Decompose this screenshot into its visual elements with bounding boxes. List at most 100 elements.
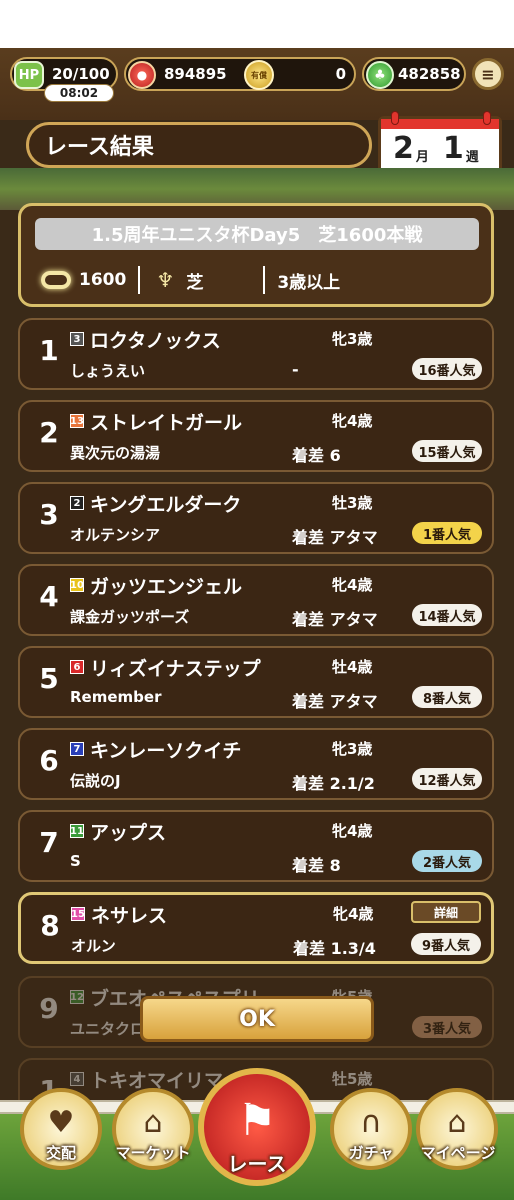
detail-button[interactable]: 詳細 — [411, 901, 481, 923]
horseshoe-icon: ∩ — [360, 1104, 382, 1140]
result-rank: 8 — [40, 909, 60, 942]
horse-name: ガッツエンジェル — [90, 576, 243, 598]
shop-icon: ⌂ — [143, 1104, 163, 1140]
horse-sex-age: 牝3歳 — [332, 740, 373, 758]
gate-number: 11 — [70, 824, 84, 838]
finish-margin: 着差 6 — [292, 446, 341, 465]
race-info-panel: 1.5周年ユニスタ杯Day5 芝1600本戦 1600 ♆ 芝 3歳以上 — [18, 203, 494, 307]
horse-name: キングエルダーク — [90, 494, 242, 516]
track-oval-icon — [41, 271, 71, 289]
calendar-week: 1 — [442, 131, 464, 166]
hp-recovery-timer: 08:02 — [44, 84, 114, 102]
calendar-rings-icon — [391, 111, 491, 125]
result-rank: 6 — [39, 744, 59, 777]
horse-name: アップス — [90, 822, 167, 844]
owner-name: オルテンシア — [70, 526, 161, 544]
gate-number: 12 — [70, 990, 84, 1004]
horse-heart-icon: ♥ — [47, 1104, 75, 1140]
green-value: 482858 — [398, 65, 461, 83]
race-meta: 1600 ♆ 芝 3歳以上 — [41, 262, 481, 298]
hp-value: 20/100 — [52, 65, 110, 83]
popularity-badge: 15番人気 — [412, 440, 482, 462]
result-rank: 5 — [39, 662, 59, 695]
finish-margin: 着差 1.3/4 — [293, 939, 376, 958]
owner-name: Remember — [70, 688, 162, 706]
popularity-badge: 3番人気 — [412, 1016, 482, 1038]
result-row[interactable]: 5 6 リィズイナステップ 牡4歳 Remember 着差 アタマ 8番人気 — [18, 646, 494, 718]
coin-icon: ● — [128, 61, 156, 89]
gate-number: 13 — [70, 414, 84, 428]
gate-number: 6 — [70, 660, 84, 674]
gate-number: 10 — [70, 578, 84, 592]
coin-value: 894895 — [164, 65, 227, 83]
result-row[interactable]: 6 7 キンレーソクイチ 牝3歳伝説のJ 着差 2.1/2 12番人気 — [18, 728, 494, 800]
result-rank: 9 — [39, 992, 59, 1025]
result-row[interactable]: 3 2 キングエルダーク 牡3歳 オルテンシア 着差 アタマ 1番人気 — [18, 482, 494, 554]
result-row[interactable]: 4 10 ガッツエンジェル 牝4歳 課金ガッツポーズ 着差 アタマ 14番人気 — [18, 564, 494, 636]
finish-margin: - — [292, 360, 299, 379]
horse-sex-age: 牡4歳 — [332, 658, 373, 676]
nav-breeding-label: 交配 — [45, 1144, 76, 1162]
owner-name: 伝説のJ — [70, 772, 121, 790]
finish-margin: 着差 アタマ — [292, 692, 378, 711]
result-row[interactable]: 7 11 アップス 牝4歳 S 着差 8 2番人気 — [18, 810, 494, 882]
race-condition: 3歳以上 — [277, 272, 341, 293]
popularity-badge: 8番人気 — [412, 686, 482, 708]
owner-name: 課金ガッツポーズ — [70, 608, 190, 626]
result-row[interactable]: 2 13 ストレイトガール 牝4歳 異次元の湯湯 着差 6 15番人気 — [18, 400, 494, 472]
nav-gacha-label: ガチャ — [348, 1144, 394, 1162]
result-rank: 2 — [39, 416, 59, 449]
horse-sex-age: 牡3歳 — [332, 494, 373, 512]
paid-value: 0 — [335, 65, 346, 83]
popularity-badge: 9番人気 — [411, 933, 481, 955]
popularity-badge: 1番人気 — [412, 522, 482, 544]
popularity-badge: 16番人気 — [412, 358, 482, 380]
ok-button[interactable]: OK — [140, 996, 374, 1042]
horse-sex-age: 牝4歳 — [332, 822, 373, 840]
green-gem-icon: ♣ — [366, 61, 394, 89]
owner-name: しょうえい — [70, 362, 146, 380]
horse-name: キンレーソクイチ — [90, 740, 242, 762]
gate-number: 15 — [71, 907, 85, 921]
race-name: 1.5周年ユニスタ杯Day5 芝1600本戦 — [35, 218, 479, 250]
popularity-badge: 12番人気 — [412, 768, 482, 790]
calendar-week-unit: 週 — [465, 150, 479, 165]
owner-name: オルン — [71, 937, 116, 955]
page-title: レース結果 — [26, 122, 372, 168]
gate-number: 3 — [70, 332, 84, 346]
result-rank: 4 — [39, 580, 59, 613]
house-icon: ⌂ — [447, 1104, 467, 1140]
nav-mypage-label: マイページ — [420, 1144, 496, 1162]
green-currency-counter: ♣ 482858 — [362, 57, 466, 91]
result-row[interactable]: 8 15 ネサレス 牝4歳オルン 着差 1.3/4 9番人気 詳細 — [18, 892, 494, 964]
finish-margin: 着差 2.1/2 — [292, 774, 375, 793]
paid-gem-icon: 有償 — [244, 60, 274, 90]
horse-sex-age: 牝3歳 — [332, 330, 373, 348]
popularity-badge: 14番人気 — [412, 604, 482, 626]
horse-name: ストレイトガール — [90, 412, 243, 434]
checkered-flag-icon: ⚑ — [237, 1094, 277, 1146]
calendar-month: 2 — [393, 131, 414, 166]
hp-plus-icon[interactable]: HP — [14, 61, 44, 89]
horse-name: リィズイナステップ — [90, 658, 261, 680]
result-rank: 7 — [39, 826, 59, 859]
race-distance: 1600 — [79, 270, 127, 290]
menu-button[interactable]: ≡ — [472, 58, 504, 90]
divider — [138, 266, 141, 294]
turf-icon: ♆ — [156, 268, 175, 292]
horse-sex-age: 牝4歳 — [332, 412, 373, 430]
result-row[interactable]: 1 3 ロクタノックス 牝3歳しょうえい - 16番人気 — [18, 318, 494, 390]
calendar-month-unit: 月 — [415, 150, 429, 165]
gate-number: 2 — [70, 496, 84, 510]
calendar-badge: 2 月 1 週 — [378, 111, 502, 174]
gate-number: 7 — [70, 742, 84, 756]
popularity-badge: 2番人気 — [412, 850, 482, 872]
result-rank: 1 — [39, 334, 59, 367]
horse-sex-age: 牝4歳 — [333, 905, 374, 923]
horse-name: ロクタノックス — [90, 330, 221, 352]
result-rank: 3 — [39, 498, 59, 531]
race-surface: 芝 — [186, 272, 204, 293]
owner-name: S — [70, 852, 81, 870]
horse-name: ネサレス — [91, 905, 168, 927]
nav-race-label: レース — [227, 1152, 287, 1176]
